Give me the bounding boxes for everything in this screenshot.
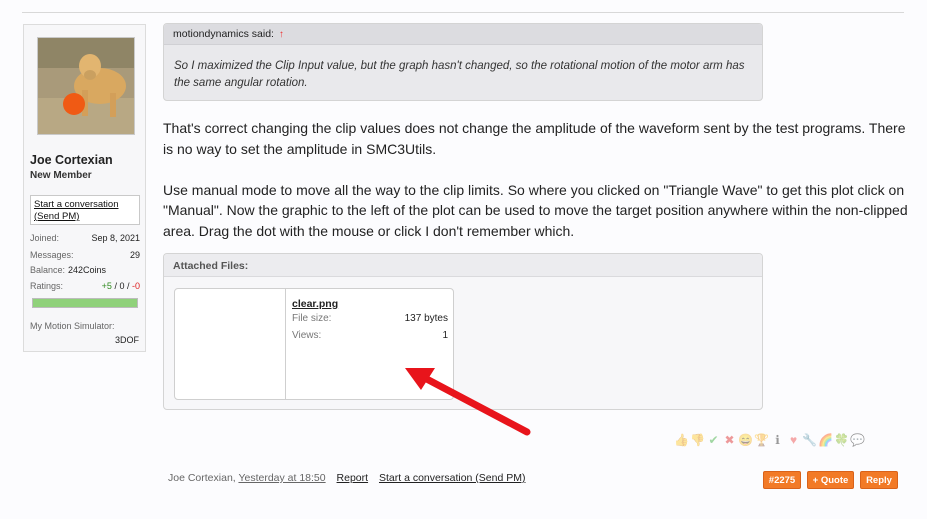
quote-author: motiondynamics said: [173, 28, 274, 40]
attachment-size: File size: 137 bytes [292, 313, 448, 324]
attachment-size-label: File size: [292, 313, 332, 324]
user-sidebar: Joe Cortexian New Member Start a convers… [23, 24, 146, 352]
creative-icon[interactable]: 🌈 [818, 433, 833, 448]
stat-joined-label: Joined: [30, 233, 60, 243]
attachment-filename[interactable]: clear.png [292, 298, 338, 310]
jump-to-quote-icon[interactable]: ↑ [279, 29, 284, 40]
informative-icon[interactable]: ℹ [770, 433, 785, 448]
attached-files-header: Attached Files: [164, 254, 762, 277]
quote-block: motiondynamics said: ↑ So I maximized th… [163, 23, 763, 101]
post-number-button[interactable]: #2275 [763, 471, 801, 489]
motion-sim-value: 3DOF [114, 335, 139, 345]
top-divider [22, 12, 904, 13]
stat-joined: Joined: Sep 8, 2021 [30, 233, 140, 243]
winner-icon[interactable]: 🏆 [754, 433, 769, 448]
stat-balance: Balance: 242Coins [30, 265, 140, 275]
red-arrow-annotation [405, 368, 531, 436]
quote-header: motiondynamics said: ↑ [164, 24, 762, 45]
post-body: That's correct changing the clip values … [163, 118, 913, 262]
agree-icon[interactable]: ✔ [706, 433, 721, 448]
reactions-bar: 👍 👎 ✔ ✖ 😄 🏆 ℹ ♥ 🔧 🌈 🍀 💬 [674, 433, 865, 448]
rating-bar [32, 298, 138, 308]
love-icon[interactable]: ♥ [786, 433, 801, 448]
footer-conversation-link[interactable]: Start a conversation (Send PM) [379, 472, 525, 484]
optimistic-icon[interactable]: 🍀 [834, 433, 849, 448]
quote-text: So I maximized the Clip Input value, but… [174, 60, 745, 89]
ratings-values[interactable]: +5 / 0 / -0 [102, 281, 140, 291]
avatar-image [38, 38, 134, 134]
ratings-sep-2: / [124, 281, 132, 291]
stat-balance-label: Balance: [30, 265, 66, 275]
like-icon[interactable]: 👍 [674, 433, 689, 448]
attachment-views-value: 1 [442, 330, 448, 341]
motion-sim-label: My Motion Simulator: [30, 321, 115, 331]
stat-messages-value[interactable]: 29 [130, 250, 140, 260]
ratings-negative: -0 [131, 281, 140, 291]
funny-icon[interactable]: 😄 [738, 433, 753, 448]
stat-messages: Messages: 29 [30, 250, 140, 260]
start-conversation-label: Start a conversation (Send PM) [34, 199, 119, 222]
post-paragraph-1: That's correct changing the clip values … [163, 120, 906, 157]
user-title: New Member [30, 170, 92, 181]
post-footer: Joe Cortexian, Yesterday at 18:50 Report… [168, 472, 525, 484]
quote-button[interactable]: + Quote [807, 471, 854, 489]
attachment-views-label: Views: [292, 330, 322, 341]
useful-icon[interactable]: 🔧 [802, 433, 817, 448]
stat-messages-label: Messages: [30, 250, 74, 260]
stat-ratings-label: Ratings: [30, 281, 64, 291]
attachment-thumbnail[interactable] [175, 289, 286, 399]
report-link[interactable]: Report [337, 472, 369, 484]
disagree-icon[interactable]: ✖ [722, 433, 737, 448]
post-paragraph-2: Use manual mode to move all the way to t… [163, 181, 908, 239]
attachment-views: Views: 1 [292, 330, 448, 341]
attachment-size-value: 137 bytes [404, 313, 448, 324]
stat-ratings: Ratings: +5 / 0 / -0 [30, 281, 140, 291]
stat-joined-value: Sep 8, 2021 [91, 233, 140, 243]
username[interactable]: Joe Cortexian [30, 153, 113, 167]
start-conversation-button[interactable]: Start a conversation (Send PM) [30, 195, 140, 225]
dislike-icon[interactable]: 👎 [690, 433, 705, 448]
ratings-positive: +5 [101, 281, 112, 291]
reply-button[interactable]: Reply [860, 471, 898, 489]
friendly-icon[interactable]: 💬 [850, 433, 865, 448]
avatar[interactable] [37, 37, 135, 135]
footer-author[interactable]: Joe Cortexian, [168, 472, 236, 484]
stat-balance-value: 242Coins [68, 265, 107, 275]
footer-timestamp[interactable]: Yesterday at 18:50 [238, 472, 325, 484]
